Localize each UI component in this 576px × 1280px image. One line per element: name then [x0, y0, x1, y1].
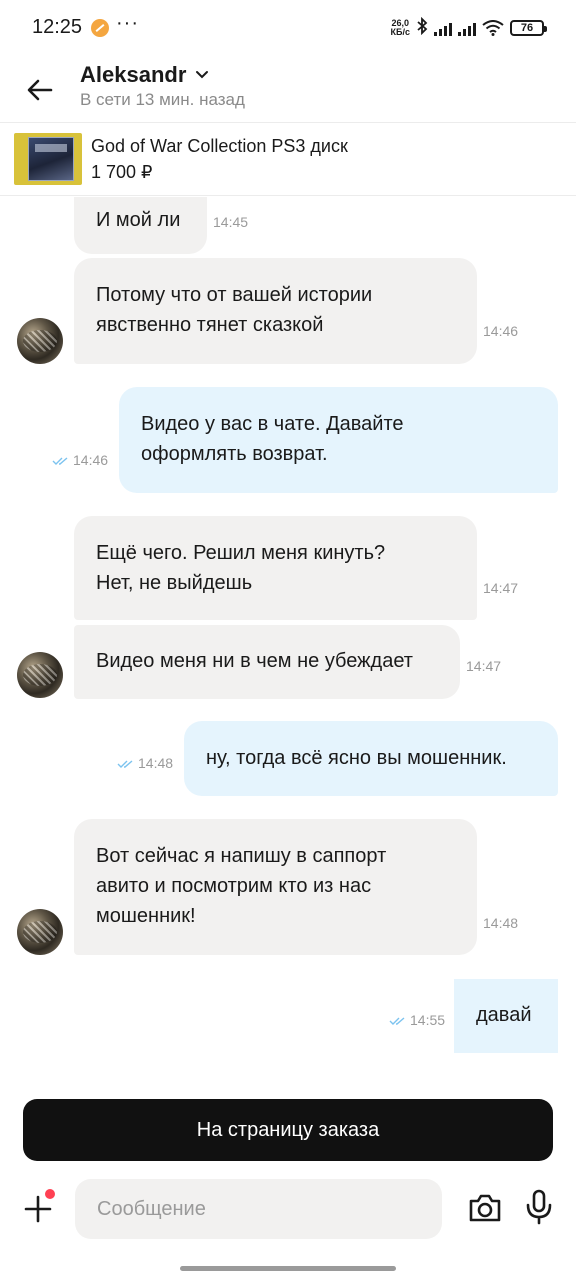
message-bubble-incoming[interactable]: Вот сейчас я напишу в саппорт авито и по…: [74, 819, 477, 955]
double-check-icon: [389, 1017, 405, 1026]
notification-dot: [45, 1189, 55, 1199]
message-time: 14:48: [117, 755, 173, 771]
listing-card[interactable]: God of War Collection PS3 диск 1 700 ₽: [0, 122, 576, 196]
message-time: 14:47: [466, 658, 502, 674]
chevron-down-icon[interactable]: [195, 68, 209, 82]
message-time: 14:45: [213, 214, 249, 230]
listing-price: 1 700 ₽: [91, 162, 153, 182]
back-button[interactable]: [20, 70, 60, 110]
signal-1-icon: [434, 20, 452, 36]
message-text: ну, тогда всё ясно вы мошенник.: [206, 747, 507, 769]
contact-name[interactable]: Aleksandr: [80, 62, 186, 88]
listing-thumbnail: [14, 133, 82, 185]
chat-header: Aleksandr В сети 13 мин. назад: [0, 56, 576, 122]
message-bubble-outgoing[interactable]: давай: [454, 979, 558, 1053]
message-text: И мой ли: [96, 209, 181, 231]
signal-2-icon: [458, 20, 476, 36]
message-input[interactable]: [75, 1179, 442, 1239]
microphone-icon[interactable]: [524, 1189, 554, 1225]
message-text: Нет, не выйдешь: [96, 572, 253, 594]
message-text: оформлять возврат.: [141, 443, 328, 465]
camera-icon[interactable]: [467, 1191, 503, 1225]
message-bubble-incoming[interactable]: Потому что от вашей истории явственно тя…: [74, 258, 477, 364]
status-indicators: 26,0 КБ/с 76: [390, 16, 547, 40]
status-time: 12:25: [32, 16, 83, 38]
message-text: авито и посмотрим кто из нас: [96, 875, 372, 897]
message-time: 14:46: [483, 323, 519, 339]
home-indicator[interactable]: [180, 1266, 396, 1271]
message-composer: [0, 1175, 576, 1245]
message-text: Вот сейчас я напишу в саппорт: [96, 845, 387, 867]
message-text: явственно тянет сказкой: [96, 314, 324, 336]
network-speed: 26,0 КБ/с: [390, 18, 410, 37]
message-text: мошенник!: [96, 905, 196, 927]
avatar[interactable]: [17, 652, 63, 698]
status-bar: 12:25 ··· 26,0 КБ/с 76: [0, 0, 576, 56]
battery-icon: 76: [510, 20, 547, 36]
wifi-icon: [482, 20, 504, 36]
message-text: Потому что от вашей истории: [96, 284, 373, 306]
message-text: Видео у вас в чате. Давайте: [141, 413, 404, 435]
listing-title: God of War Collection PS3 диск: [91, 136, 348, 156]
message-bubble-incoming[interactable]: Видео меня ни в чем не убеждает: [74, 625, 460, 699]
message-bubble-outgoing[interactable]: Видео у вас в чате. Давайте оформлять во…: [119, 387, 558, 493]
app-notification-icon: [91, 19, 109, 37]
avatar[interactable]: [17, 318, 63, 364]
message-list[interactable]: И мой ли 14:45 Потому что от вашей истор…: [0, 197, 576, 1070]
arrow-left-icon: [27, 79, 53, 101]
message-bubble-incoming[interactable]: И мой ли: [74, 197, 207, 254]
message-text: давай: [476, 1004, 532, 1026]
double-check-icon: [52, 457, 68, 466]
double-check-icon: [117, 760, 133, 769]
message-time: 14:48: [483, 915, 519, 931]
message-text: Видео меня ни в чем не убеждает: [96, 650, 413, 672]
message-time: 14:55: [389, 1012, 445, 1028]
avatar[interactable]: [17, 909, 63, 955]
bluetooth-icon: [416, 16, 428, 40]
message-time: 14:46: [52, 452, 108, 468]
contact-last-seen: В сети 13 мин. назад: [80, 90, 245, 109]
go-to-order-button[interactable]: На страницу заказа: [23, 1099, 553, 1161]
message-time: 14:47: [483, 580, 519, 596]
message-bubble-incoming[interactable]: Ещё чего. Решил меня кинуть? Нет, не вый…: [74, 516, 477, 620]
more-notifications-icon: ···: [116, 12, 139, 34]
message-bubble-outgoing[interactable]: ну, тогда всё ясно вы мошенник.: [184, 721, 558, 796]
message-text: Ещё чего. Решил меня кинуть?: [96, 542, 386, 564]
